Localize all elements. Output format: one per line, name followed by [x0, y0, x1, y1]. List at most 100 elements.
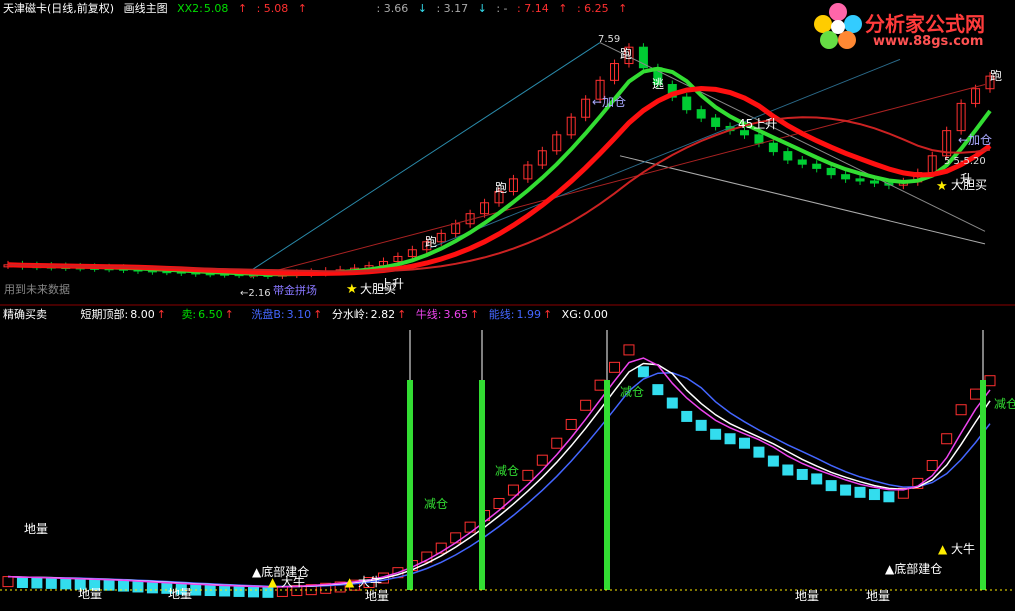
candles-group	[3, 43, 995, 279]
candle-body	[740, 130, 749, 136]
bull-triangle-3: ▲	[938, 542, 948, 556]
indicator-step-bar	[984, 375, 996, 387]
stock-chart-window: 天津磁卡(日线,前复权) 画线主图 XX2:5.08 ↑ : 5.08 ↑ : …	[0, 0, 1015, 611]
add-position-label-2: ←加仓	[958, 133, 992, 147]
reduce-label-2: 减仓	[495, 464, 519, 478]
indicator-step-bar	[450, 532, 462, 544]
ground-label-4: 地量	[365, 589, 389, 603]
indicator-step-bar	[868, 489, 880, 501]
range-label: 5 5-5.20	[944, 156, 986, 167]
price-chart[interactable]: 用到未来数据 7.59 ←2.16 跑 跑 跑 跑 逃 ←加仓 ←加仓 45上升…	[0, 0, 1015, 611]
candle-body	[869, 180, 879, 184]
indicator-step-bar	[45, 577, 57, 589]
big-bull-label-1: 大牛	[281, 574, 305, 589]
candle-body	[711, 117, 721, 127]
indicator-step-bar	[825, 480, 837, 492]
candle-body	[682, 96, 692, 111]
candle-body	[826, 167, 836, 176]
rise-label-1: 45上升	[738, 117, 777, 131]
trend-line-gray-2	[619, 155, 986, 245]
trend-lines-group	[7, 42, 992, 278]
indicator-step-bar	[103, 579, 115, 591]
indicator-step-bar	[955, 404, 967, 416]
indicator-step-bar	[854, 486, 866, 498]
big-bull-label-3: 大牛	[951, 541, 975, 556]
indicator-step-bar	[146, 582, 158, 594]
ground-label-2: 地量	[78, 587, 102, 601]
indicator-step-bar	[710, 428, 722, 440]
candle-body	[783, 151, 793, 161]
reduce-label-4: 减仓	[994, 397, 1015, 411]
reduce-label-1: 减仓	[424, 497, 448, 511]
candle-body	[797, 159, 807, 165]
indicator-step-bar	[753, 446, 765, 458]
indicator-step-bar	[522, 469, 534, 481]
low-price-label: ←2.16	[240, 288, 271, 299]
indicator-step-bar	[31, 577, 43, 589]
bull-triangle-1: ▲	[268, 575, 278, 589]
run-label-2: 跑	[495, 181, 507, 195]
indicator-step-bar	[681, 410, 693, 422]
add-position-label-1: ←加仓	[592, 95, 626, 109]
bold-buy-label-1: 大胆买	[360, 282, 396, 296]
indicator-step-bar	[580, 399, 592, 411]
bold-buy-label-2: 大胆买	[951, 178, 987, 192]
indicator-step-bar	[233, 585, 245, 597]
indicator-step-bar	[739, 437, 750, 449]
candle-body	[812, 163, 822, 169]
ground-label-1: 地量	[24, 522, 48, 536]
indicator-step-bar	[666, 397, 678, 409]
indicator-step-bar	[60, 578, 72, 590]
indicator-step-bar	[16, 577, 28, 588]
indicator-step-bar	[536, 454, 548, 466]
bottom-build-label-2: ▲底部建仓	[885, 561, 942, 576]
star-icon-1: ★	[346, 282, 358, 297]
candle-body	[638, 46, 648, 69]
indicator-step-bar	[840, 484, 852, 496]
indicator-step-bar	[782, 464, 794, 476]
escape-label: 逃	[652, 77, 664, 91]
indicator-step-bar	[941, 433, 953, 445]
indicator-step-bar	[637, 366, 649, 378]
indicator-step-bar	[811, 473, 823, 485]
future-data-note: 用到未来数据	[4, 282, 70, 296]
candle-body	[696, 109, 706, 119]
candle-body	[841, 174, 851, 180]
indicator-step-bar	[248, 586, 259, 598]
high-price-label: 7.59	[598, 34, 620, 45]
indicator-step-bar	[623, 344, 635, 356]
candle-body	[754, 134, 764, 144]
indicator-step-bar	[724, 433, 736, 445]
indicator-step-bar	[767, 455, 779, 467]
indicator-step-bar	[507, 484, 519, 496]
indicator-step-bar	[2, 576, 14, 588]
trend-line-gray	[599, 42, 986, 232]
ma-green-line	[7, 66, 992, 277]
run-label-3: 跑	[425, 235, 437, 249]
indicator-step-bar	[796, 468, 808, 480]
bull-triangle-2: ▲	[345, 575, 355, 589]
indicator-step-bar	[551, 437, 563, 449]
run-label-1: 跑	[620, 47, 632, 61]
signal-bar	[980, 380, 986, 590]
star-icon-2: ★	[936, 179, 948, 194]
indicator-step-bar	[609, 361, 621, 373]
reduce-label-3: 减仓	[620, 385, 644, 399]
indicator-step-bar	[594, 379, 606, 391]
candle-body	[768, 142, 778, 153]
signal-bar	[604, 380, 610, 590]
candle-body	[855, 178, 865, 182]
indicator-step-bar	[565, 418, 577, 430]
indicator-step-bar	[695, 419, 707, 431]
ground-label-6: 地量	[866, 589, 890, 603]
big-bull-label-2: 大牛	[358, 574, 382, 589]
signal-bar	[407, 380, 413, 590]
indicator-step-bar	[204, 585, 216, 597]
ground-label-3: 地量	[168, 587, 192, 601]
signal-bar	[479, 380, 485, 590]
indicator-step-bar	[652, 384, 664, 396]
run-label-4: 跑	[990, 69, 1002, 83]
indicator-step-bar	[883, 491, 895, 503]
indicator-step-bar	[219, 585, 231, 597]
ground-label-5: 地量	[795, 589, 819, 603]
